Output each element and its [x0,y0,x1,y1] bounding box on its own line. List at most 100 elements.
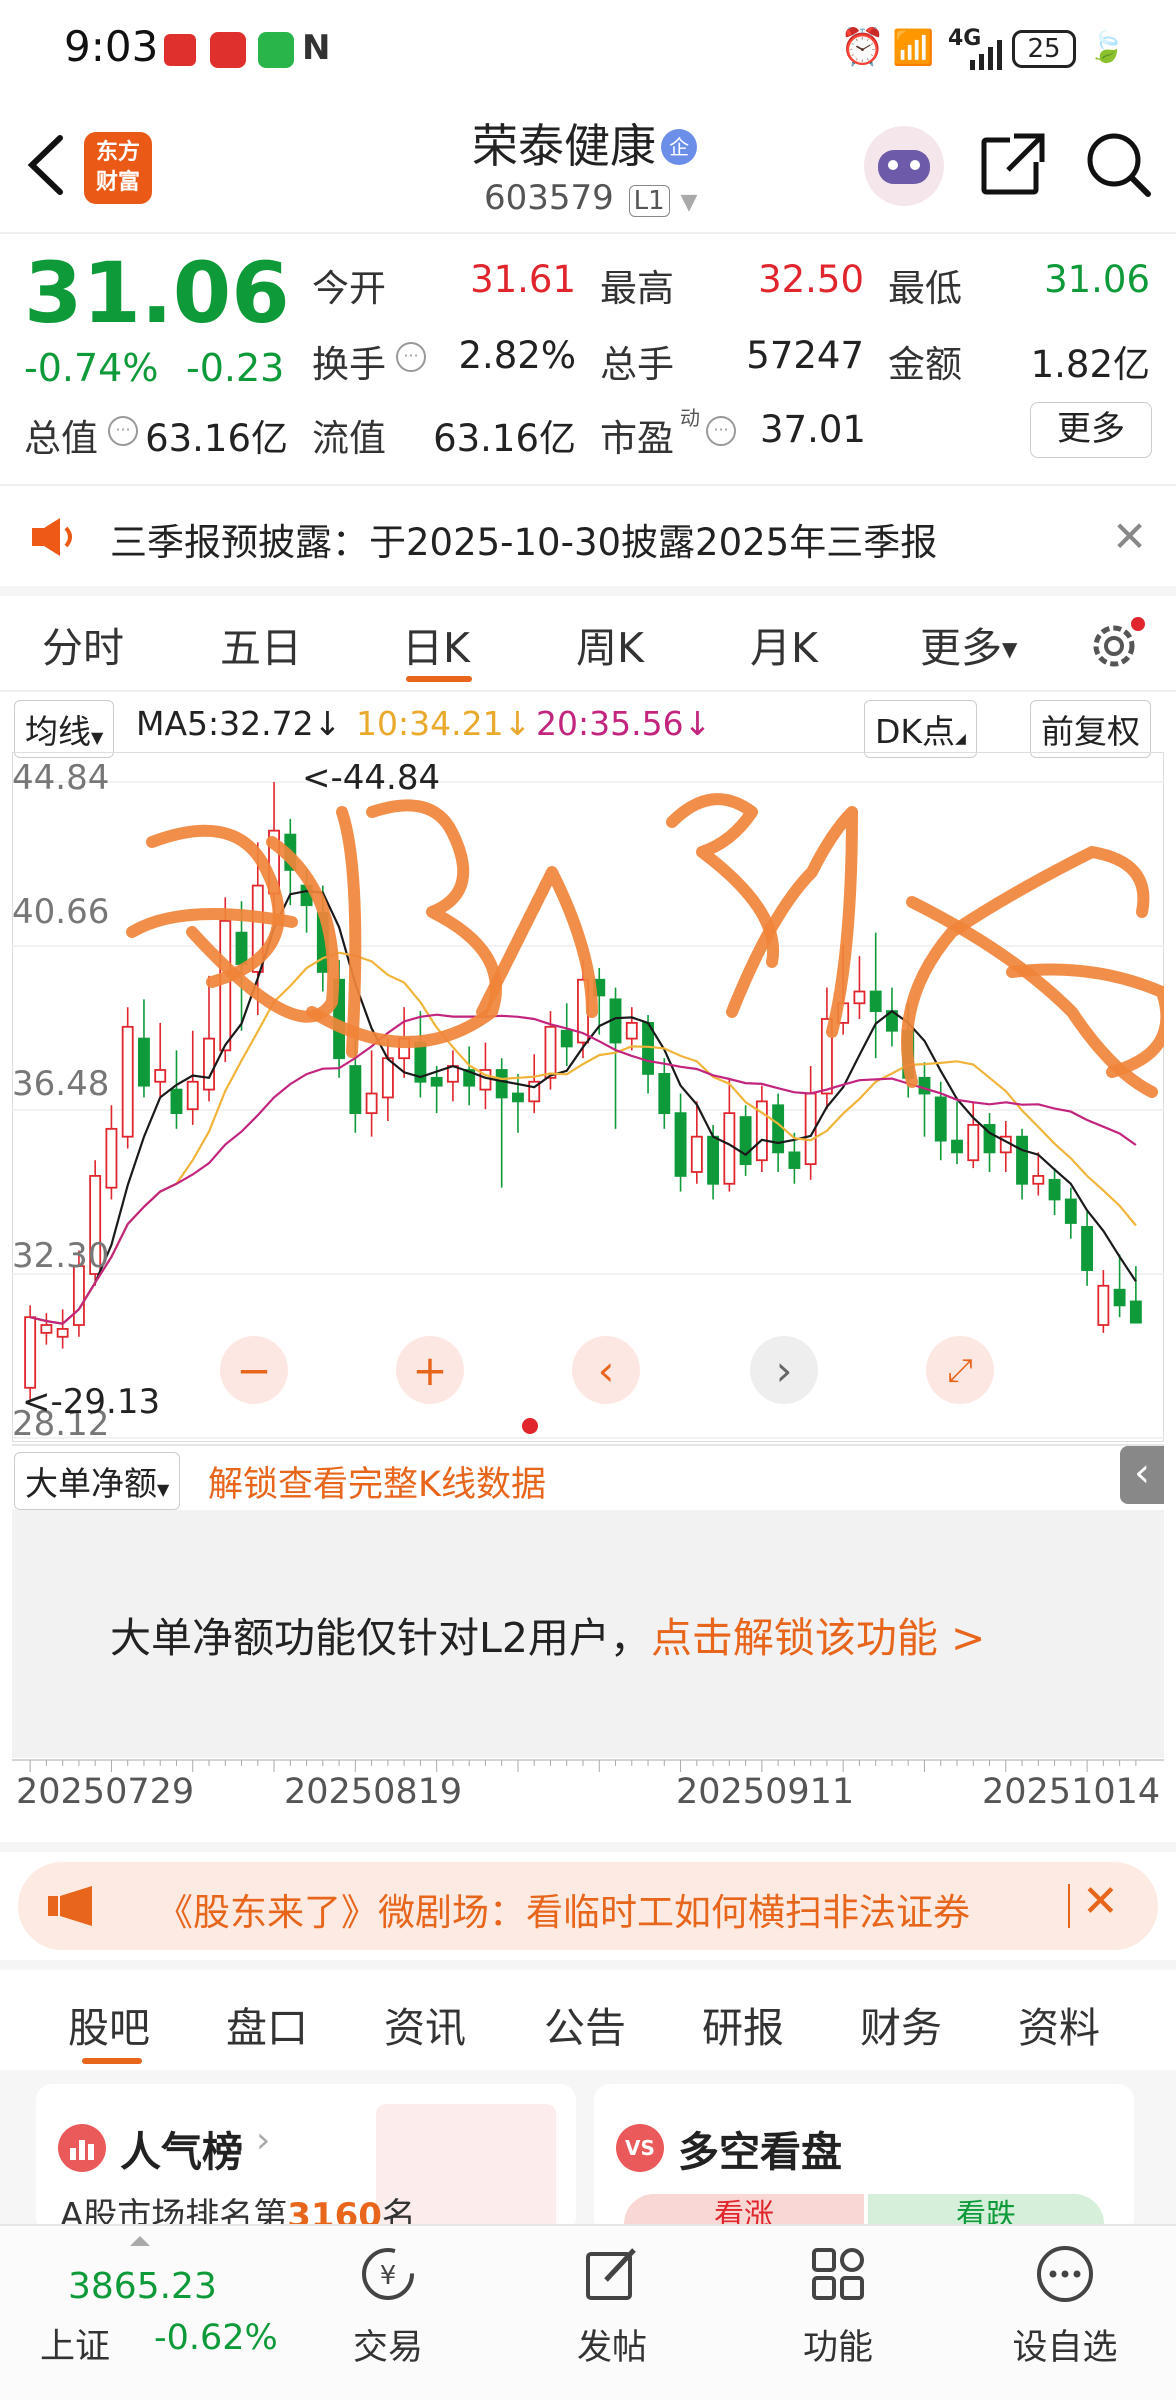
candle-body [121,1025,134,1138]
candle-body [349,1065,362,1115]
secondary-indicator-row: 大单净额▼ 解锁查看完整K线数据 ‹ [0,1446,1176,1510]
pe-value: 37.01 [760,408,866,451]
info-icon[interactable]: ··· [706,416,736,446]
speaker-icon [30,516,80,562]
info-icon[interactable]: ··· [108,416,138,446]
y-tick-label: 40.66 [12,892,110,932]
tab-more[interactable]: 更多▼ [920,614,1017,674]
more-button[interactable]: 更多 [1030,402,1152,458]
candle-body [544,1025,557,1079]
robot-assistant-icon[interactable] [864,126,944,206]
zoom-in-button[interactable]: + [396,1336,464,1404]
period-tabs: 分时 五日 日K 周K 月K 更多▼ [0,596,1176,690]
ma10-value: 10:34.21 [356,704,504,743]
open-label: 今开 [312,267,386,310]
nav-trade[interactable]: ¥ 交易 [328,2244,448,2370]
ma-type-select[interactable]: 均线▼ [14,700,115,758]
tab-weekly-k[interactable]: 周K [576,614,644,674]
nav-post[interactable]: 发帖 [552,2244,672,2370]
high-value: 32.50 [758,258,864,301]
tab-news[interactable]: 资讯 [384,1994,466,2054]
caret-down-icon: ▼ [91,728,104,747]
candle-body [365,1092,378,1115]
status-bar: 9:03 N ⏰ 📶 4G 25 🍃 [0,0,1176,100]
ma5-value: MA5:32.72 [136,704,314,743]
cards-area: 人气榜 › A股市场排名第3160名 VS 多空看盘 看涨 看跌 [0,2070,1176,2234]
caret-up-icon [130,2236,150,2246]
logo-text-1: 东方 [95,140,140,165]
info-icon[interactable]: ··· [396,342,426,372]
locked-indicator-panel: 大单净额功能仅针对L2用户，点击解锁该功能 > [12,1510,1164,1758]
caret-down-icon: ▼ [157,1480,170,1499]
candle-body [203,1037,215,1091]
promo-banner[interactable]: 《股东来了》微剧场：看临时工如何横扫非法证券 ✕ [18,1862,1158,1950]
kline-chart[interactable]: 44.84 40.66 36.48 32.30 28.12 <-44.84 <-… [12,752,1173,1444]
dk-point-select[interactable]: DK点◢ [864,700,977,758]
stock-code-group[interactable]: 603579 L1 ▼ [484,178,697,218]
y-tick-label: 36.48 [12,1064,110,1104]
notice-bar[interactable]: 三季报预披露：于2025-10-30披露2025年三季报 ✕ [0,486,1176,586]
candle-body [430,1076,443,1087]
nav-functions[interactable]: 功能 [778,2244,898,2370]
mcap-label: 总值 [24,417,98,460]
ma10-readout: 10:34.21↓ [356,704,531,743]
secondary-indicator-select[interactable]: 大单净额▼ [14,1452,181,1510]
locked-message-text: 大单净额功能仅针对L2用户， [110,1614,651,1662]
candle-body [1113,1288,1126,1307]
svg-text:¥: ¥ [380,2261,397,2291]
index-ticker[interactable]: 3865.23 上证 -0.62% [24,2236,284,2386]
wifi-icon: 📶 [892,28,935,68]
popularity-title: 人气榜 [120,2128,243,2176]
page-title: 荣泰健康 [472,119,656,173]
min-price-label: <-29.13 [22,1382,161,1422]
max-price-label: <-44.84 [302,758,441,798]
pe-dynamic-mark: 动 [680,406,700,430]
search-icon[interactable] [1084,130,1154,204]
signal-icon [970,34,1006,70]
unlock-link[interactable]: 解锁查看完整K线数据 [208,1456,546,1507]
tab-finance[interactable]: 财务 [860,1994,942,2054]
change-amount: -0.23 [186,346,285,390]
promo-text: 《股东来了》微剧场：看临时工如何横扫非法证券 [156,1891,970,1934]
tab-pankou[interactable]: 盘口 [226,1994,308,2054]
tab-daily-k[interactable]: 日K [402,614,470,674]
nav-watchlist-label: 设自选 [1012,2328,1118,2368]
bull-bear-card[interactable]: VS 多空看盘 看涨 看跌 [594,2084,1134,2234]
candle-body [967,1124,980,1162]
candle-body [1032,1175,1045,1185]
popularity-card[interactable]: 人气榜 › A股市场排名第3160名 [36,2084,576,2234]
adjust-select[interactable]: 前复权 [1030,700,1151,758]
tab-intraday[interactable]: 分时 [42,614,124,674]
eastmoney-logo: 东方 财富 [84,132,152,204]
ma20-line [29,1013,1137,1325]
tab-five-day[interactable]: 五日 [220,614,302,674]
candle-body [723,1112,736,1185]
tab-announcements[interactable]: 公告 [544,1994,626,2054]
back-button[interactable] [22,130,82,200]
candle-body [235,931,248,965]
pan-left-button[interactable]: ‹ [572,1336,640,1404]
date-axis: 20250729 20250819 20250911 20251014 [12,1758,1164,1842]
tab-guba[interactable]: 股吧 [68,1994,150,2054]
tab-monthly-k[interactable]: 月K [750,614,818,674]
close-icon[interactable]: ✕ [1082,1876,1119,1927]
fullscreen-icon[interactable]: ⤢ [926,1336,994,1404]
unlock-feature-link[interactable]: 点击解锁该功能 > [651,1614,985,1662]
settings-gear-icon[interactable] [1086,616,1146,680]
close-icon[interactable]: ✕ [1112,512,1147,561]
ma5-readout: MA5:32.72↓ [136,704,341,743]
collapse-panel-button[interactable]: ‹ [1120,1446,1164,1504]
zoom-out-button[interactable]: − [220,1336,288,1404]
hand-drawn-scribble [476,866,598,1018]
pan-right-button[interactable]: › [750,1336,818,1404]
candle-body [772,1104,785,1154]
stock-header: 东方 财富 荣泰健康 企 603579 L1 ▼ [0,100,1176,232]
tab-profile[interactable]: 资料 [1018,1994,1100,2054]
tab-research[interactable]: 研报 [702,1994,784,2054]
high-label: 最高 [600,267,674,310]
stock-code: 603579 [484,178,614,218]
share-icon[interactable] [980,130,1046,200]
bull-bear-title: 多空看盘 [678,2128,842,2176]
candle-body [560,1029,573,1048]
nav-watchlist[interactable]: 设自选 [1000,2244,1130,2370]
